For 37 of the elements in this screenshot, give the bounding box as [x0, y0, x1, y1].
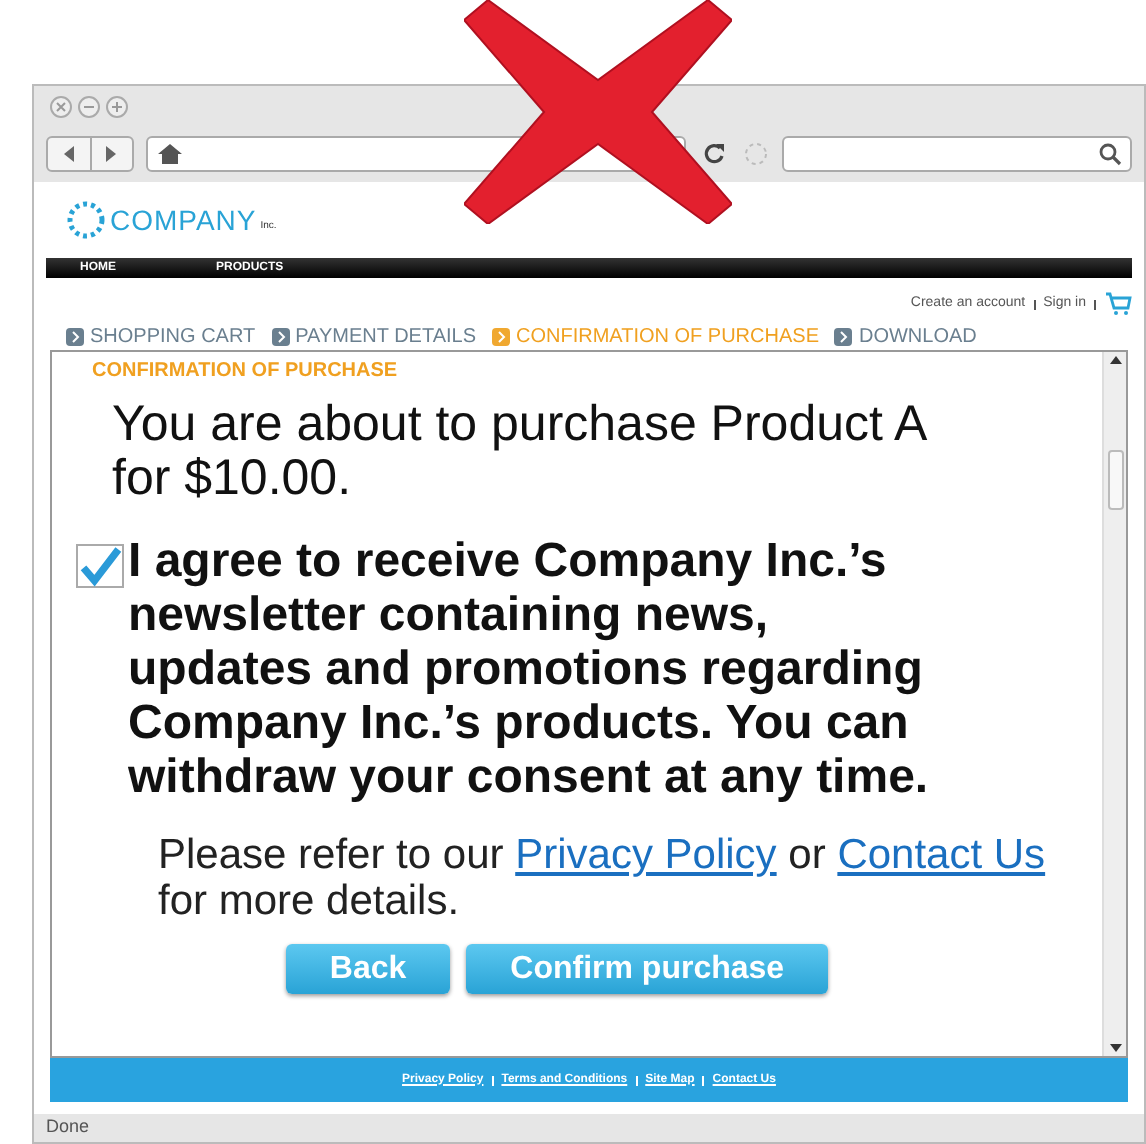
contact-us-link[interactable]: Contact Us: [837, 832, 1046, 878]
privacy-policy-link[interactable]: Privacy Policy: [515, 832, 777, 878]
scroll-thumb: [1107, 450, 1123, 511]
logo-text: COMPANY: [110, 201, 257, 239]
logo-icon: [66, 200, 106, 240]
search-field[interactable]: [782, 136, 1132, 172]
checkmark-icon: [78, 544, 122, 588]
step-arrow-icon: [492, 327, 510, 345]
step-arrow-icon: [66, 327, 84, 345]
step-arrow-icon: [834, 327, 853, 345]
maximize-icon[interactable]: [106, 95, 128, 117]
home-icon: [156, 142, 184, 166]
consent-checkbox[interactable]: [76, 544, 124, 588]
loading-icon: [742, 140, 770, 168]
checkout-step[interactable]: CONFIRMATION OF PURCHASE: [516, 321, 819, 351]
scroll-up-icon: [1109, 356, 1121, 364]
confirm-purchase-button[interactable]: Confirm purchase: [466, 944, 829, 994]
checkout-step[interactable]: DOWNLOAD: [858, 321, 977, 351]
privacy-note: Please refer to our Privacy Policy or Contact Us for more details.: [156, 832, 1048, 924]
back-forward-buttons[interactable]: [46, 136, 134, 172]
scroll-down-icon: [1109, 1043, 1121, 1052]
cross-mark-icon: [464, 0, 732, 224]
back-icon: [63, 146, 74, 162]
consent-text: I agree to receive Company Inc.’s newsletter containing news, updates and promotions regarding Company Inc.’s products. You can withdraw your consent at any time.: [128, 534, 931, 804]
scrollbar[interactable]: [1102, 352, 1126, 1056]
forward-icon: [106, 146, 117, 162]
search-icon: [1098, 142, 1122, 166]
panel-heading: CONFIRMATION OF PURCHASE: [90, 358, 400, 386]
checkout-step[interactable]: SHOPPING CART: [90, 321, 256, 351]
purchase-summary: You are about to purchase Product A for $10.00.: [110, 398, 928, 506]
status-text: Done: [46, 1114, 90, 1141]
back-button[interactable]: Back: [285, 944, 451, 994]
close-icon[interactable]: [50, 95, 72, 117]
step-arrow-icon: [271, 327, 290, 345]
minimize-icon[interactable]: [78, 95, 100, 117]
cart-icon[interactable]: [1104, 292, 1132, 316]
checkout-step[interactable]: PAYMENT DETAILS: [295, 321, 476, 351]
